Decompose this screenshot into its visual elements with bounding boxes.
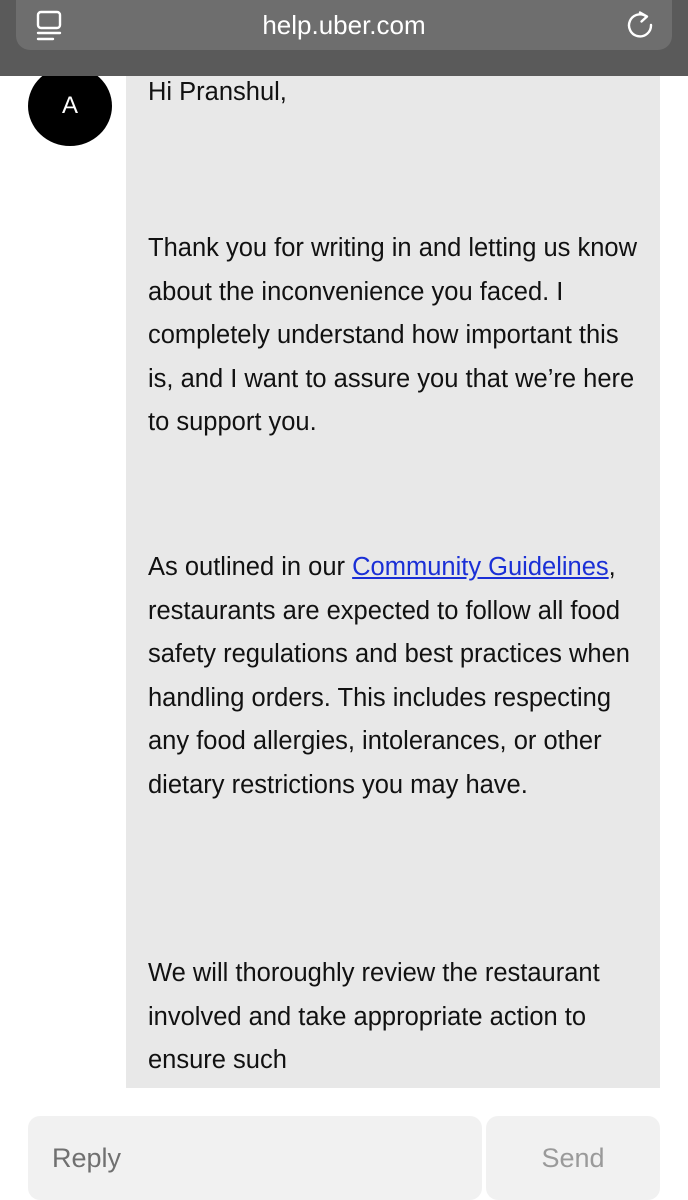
paragraph-2-text-after: , restaurants are expected to follow all… xyxy=(148,553,630,799)
send-button[interactable]: Send xyxy=(486,1116,660,1200)
reply-input[interactable] xyxy=(28,1116,482,1200)
browser-toolbar: help.uber.com xyxy=(0,0,688,76)
message-paragraph-3: We will thoroughly review the restaurant… xyxy=(148,959,600,1075)
address-bar-url: help.uber.com xyxy=(262,10,426,40)
paragraph-2-text-before: As outlined in our xyxy=(148,553,353,581)
message-paragraph-1: Thank you for writing in and letting us … xyxy=(148,234,638,437)
community-guidelines-link[interactable]: Community Guidelines xyxy=(352,553,609,581)
avatar-initial: A xyxy=(61,92,78,119)
avatar: A xyxy=(28,66,112,146)
reload-icon[interactable] xyxy=(624,8,656,40)
message-greeting: Hi Pranshul, xyxy=(148,78,287,106)
message-paragraph-2: As outlined in our Community Guidelines,… xyxy=(148,546,648,808)
help-page: A Hi Pranshul, Thank you for writing in … xyxy=(0,0,688,1200)
